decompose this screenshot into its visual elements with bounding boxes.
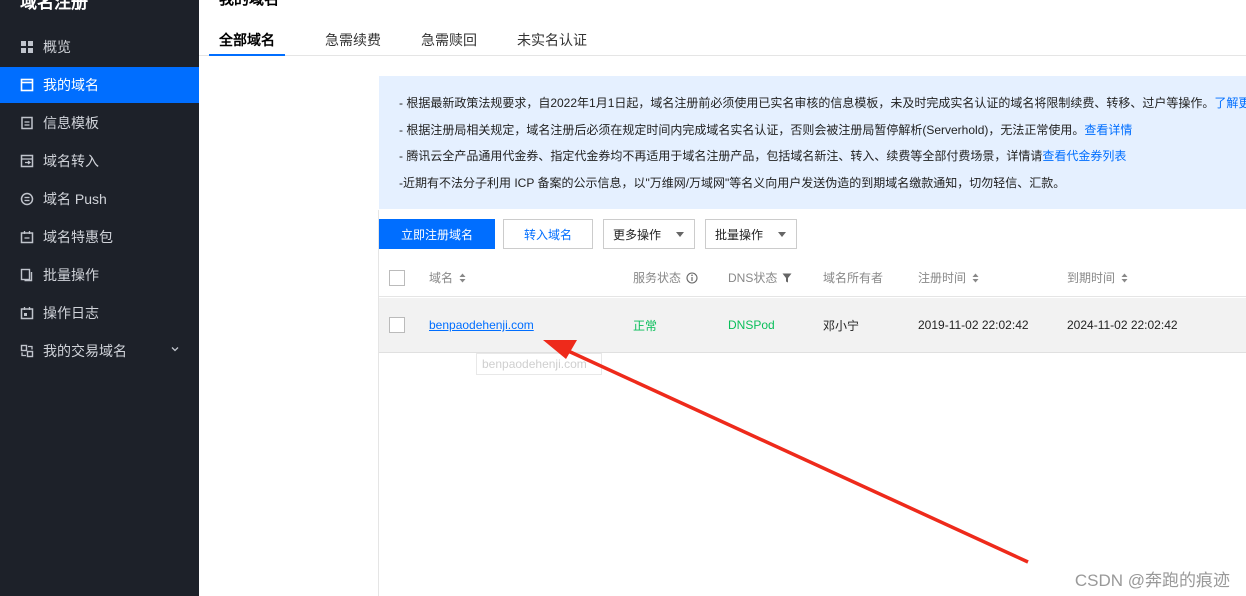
row-checkbox[interactable] <box>389 317 405 333</box>
grid-icon <box>20 40 34 54</box>
push-icon <box>20 192 34 206</box>
sidebar-item-label: 概览 <box>43 39 71 55</box>
sidebar-item-domain-transfer[interactable]: 域名转入 <box>0 143 199 179</box>
view-details-link[interactable]: 查看详情 <box>1084 123 1132 137</box>
filter-icon[interactable] <box>782 273 792 283</box>
sidebar-item-batch-operation[interactable]: 批量操作 <box>0 257 199 293</box>
learn-more-link[interactable]: 了解更 <box>1214 96 1246 110</box>
column-header-owner: 域名所有者 <box>823 271 884 285</box>
sidebar-item-overview[interactable]: 概览 <box>0 29 199 65</box>
caret-down-icon <box>778 232 786 237</box>
reg-time-cell: 2019-11-02 22:02:42 <box>918 318 1029 332</box>
sort-icon[interactable] <box>972 273 979 283</box>
sort-icon[interactable] <box>1121 273 1128 283</box>
domain-link[interactable]: benpaodehenji.com <box>429 318 534 332</box>
more-actions-dropdown[interactable]: 更多操作 <box>603 219 695 249</box>
register-domain-button[interactable]: 立即注册域名 <box>379 219 495 249</box>
caret-down-icon <box>676 232 684 237</box>
sidebar-item-trade-domains[interactable]: 我的交易域名 <box>0 333 199 369</box>
sidebar-item-domain-package[interactable]: 域名特惠包 <box>0 219 199 255</box>
tab-all-domains[interactable]: 全部域名 <box>209 26 285 56</box>
sidebar-item-label: 我的域名 <box>43 77 99 93</box>
document-icon <box>20 116 34 130</box>
sidebar-item-label: 域名转入 <box>43 153 99 169</box>
sidebar-item-label: 域名特惠包 <box>43 229 113 245</box>
select-all-checkbox[interactable] <box>389 269 405 286</box>
more-actions-label: 更多操作 <box>613 227 662 242</box>
table-header: 域名 服务状态 DNS状态 域名所有者 注册时间 到期时间 <box>379 259 1246 297</box>
row-select-cell <box>389 298 405 352</box>
column-header-reg-time[interactable]: 注册时间 <box>918 259 979 296</box>
notice-line: - 腾讯云全产品通用代金券、指定代金券均不再适用于域名注册产品，包括域名新注、转… <box>399 149 1127 163</box>
tab-bar: 全部域名 急需续费 急需赎回 未实名认证 <box>199 26 1246 56</box>
exp-time-cell: 2024-11-02 22:02:42 <box>1067 318 1178 332</box>
owner-cell: 邓小宁 <box>823 318 860 333</box>
sidebar-item-operation-log[interactable]: 操作日志 <box>0 295 199 331</box>
batch-actions-dropdown[interactable]: 批量操作 <box>705 219 797 249</box>
log-icon <box>20 306 34 320</box>
sidebar-item-my-domains[interactable]: 我的域名 <box>0 67 199 103</box>
column-header-dns-status: DNS状态 <box>728 259 792 296</box>
policy-notice: - 根据最新政策法规要求，自2022年1月1日起，域名注册前必须使用已实名审核的… <box>379 76 1246 209</box>
watermark: CSDN @奔跑的痕迹 <box>1074 571 1230 590</box>
sidebar: 域名注册 概览 我的域名 信息模板 域名转入 域名 Push 域名特惠包 批量操… <box>0 0 199 596</box>
sidebar-item-label: 我的交易域名 <box>43 343 127 359</box>
dns-status-cell: DNSPod <box>728 318 775 332</box>
tab-unverified[interactable]: 未实名认证 <box>517 26 587 56</box>
sidebar-item-label: 信息模板 <box>43 115 99 131</box>
sidebar-item-label: 域名 Push <box>43 191 107 207</box>
table-row: benpaodehenji.com 正常 DNSPod 邓小宁 2019-11-… <box>379 298 1246 353</box>
voucher-list-link[interactable]: 查看代金券列表 <box>1042 149 1126 163</box>
select-all-cell <box>389 259 405 296</box>
sidebar-item-domain-push[interactable]: 域名 Push <box>0 181 199 217</box>
notice-line: -近期有不法分子利用 ICP 备案的公示信息，以"万维网/万域网"等名义向用户发… <box>399 175 1066 190</box>
trade-icon <box>20 344 34 358</box>
sidebar-title: 域名注册 <box>20 0 88 12</box>
service-status-cell: 正常 <box>633 318 658 333</box>
chevron-down-icon[interactable] <box>171 345 179 353</box>
transfer-in-button[interactable]: 转入域名 <box>503 219 593 249</box>
info-icon[interactable] <box>686 271 698 284</box>
transfer-icon <box>20 154 34 168</box>
column-header-domain[interactable]: 域名 <box>429 259 466 296</box>
sidebar-item-label: 操作日志 <box>43 305 99 321</box>
domain-cell: benpaodehenji.com <box>429 298 534 352</box>
column-header-service-status: 服务状态 <box>633 259 698 296</box>
domain-tooltip: benpaodehenji.com <box>476 353 602 375</box>
page-title: 我的域名 <box>219 0 279 9</box>
calendar-icon <box>20 230 34 244</box>
tab-redemption-needed[interactable]: 急需赎回 <box>421 26 477 56</box>
batch-actions-label: 批量操作 <box>715 227 764 242</box>
sidebar-item-info-template[interactable]: 信息模板 <box>0 105 199 141</box>
window-icon <box>20 78 34 92</box>
notice-line: - 根据注册局相关规定，域名注册后必须在规定时间内完成域名实名认证，否则会被注册… <box>399 122 1133 137</box>
column-header-exp-time[interactable]: 到期时间 <box>1067 259 1128 296</box>
sidebar-item-label: 批量操作 <box>43 267 99 283</box>
copy-icon <box>20 268 34 282</box>
tab-renewal-needed[interactable]: 急需续费 <box>325 26 381 56</box>
sort-icon[interactable] <box>459 273 466 283</box>
notice-line: - 根据最新政策法规要求，自2022年1月1日起，域名注册前必须使用已实名审核的… <box>399 94 1246 121</box>
